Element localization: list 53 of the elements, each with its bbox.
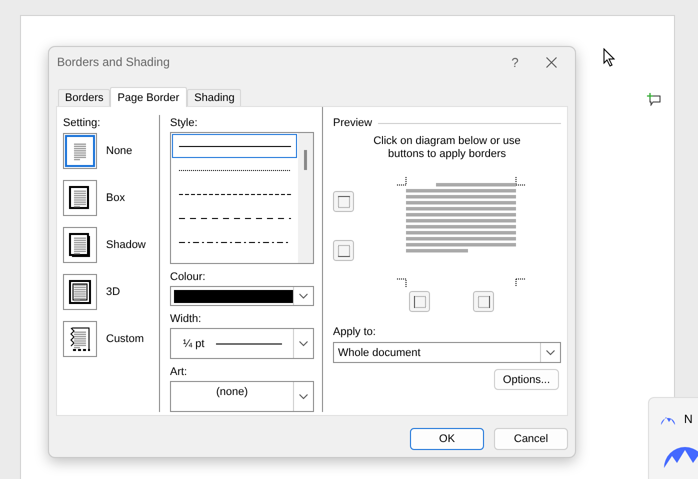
border-icon — [338, 244, 350, 256]
left-border-button[interactable] — [409, 291, 430, 312]
apply-to-dropdown[interactable]: Whole document — [333, 342, 561, 363]
notification-title: N — [684, 412, 693, 426]
width-value: ¼ pt — [183, 338, 204, 350]
ok-button[interactable]: OK — [410, 428, 484, 450]
setting-name: None — [106, 145, 132, 157]
colour-dropdown[interactable] — [170, 286, 314, 306]
setting-option[interactable] — [63, 180, 97, 216]
setting-option[interactable] — [63, 227, 97, 263]
width-label: Width: — [170, 313, 202, 326]
setting-name: Shadow — [106, 239, 146, 251]
scrollbar-thumb[interactable] — [304, 150, 307, 170]
setting-label: Setting: — [63, 117, 100, 130]
apply-to-label: Apply to: — [333, 326, 376, 339]
close-icon[interactable] — [546, 56, 557, 68]
setting-name: Box — [106, 192, 125, 204]
colour-label: Colour: — [170, 271, 206, 284]
border-icon — [414, 296, 426, 308]
top-border-button[interactable] — [333, 191, 354, 212]
line-sample-icon — [178, 168, 290, 172]
setting-option[interactable] — [63, 321, 97, 357]
art-value: (none) — [215, 385, 249, 398]
preview-heading: Preview — [333, 117, 372, 129]
line-sample-icon — [178, 144, 290, 148]
right-border-button[interactable] — [473, 291, 494, 312]
line-sample-icon — [178, 216, 290, 220]
setting-name: 3D — [106, 286, 120, 298]
window-title: Borders and Shading — [57, 55, 171, 69]
options-button[interactable]: Options... — [494, 369, 559, 390]
apply-to-value: Whole document — [338, 346, 421, 358]
art-label: Art: — [170, 366, 188, 379]
page-icon — [66, 278, 94, 306]
add-comment-icon[interactable] — [647, 93, 661, 106]
cancel-button[interactable]: Cancel — [494, 428, 568, 450]
art-dropdown[interactable]: (none) — [170, 381, 314, 412]
preview-instructions: Click on diagram below or use buttons to apply borders — [372, 135, 522, 161]
line-sample-icon — [178, 240, 290, 244]
bottom-border-button[interactable] — [333, 240, 354, 261]
border-icon — [338, 196, 350, 208]
width-dropdown[interactable]: ¼ pt — [170, 328, 314, 359]
tab[interactable]: Shading — [187, 89, 241, 106]
tab[interactable]: Page Border — [110, 87, 188, 107]
border-icon — [478, 296, 490, 308]
cursor-icon — [603, 48, 615, 67]
line-sample-icon — [216, 342, 282, 344]
line-sample-icon — [178, 192, 290, 196]
line-style-option[interactable] — [172, 134, 297, 158]
style-label: Style: — [170, 117, 198, 130]
setting-option[interactable] — [63, 274, 97, 310]
help-button[interactable]: ? — [500, 54, 530, 70]
setting-name: Custom — [106, 333, 144, 345]
tab[interactable]: Borders — [58, 89, 110, 106]
